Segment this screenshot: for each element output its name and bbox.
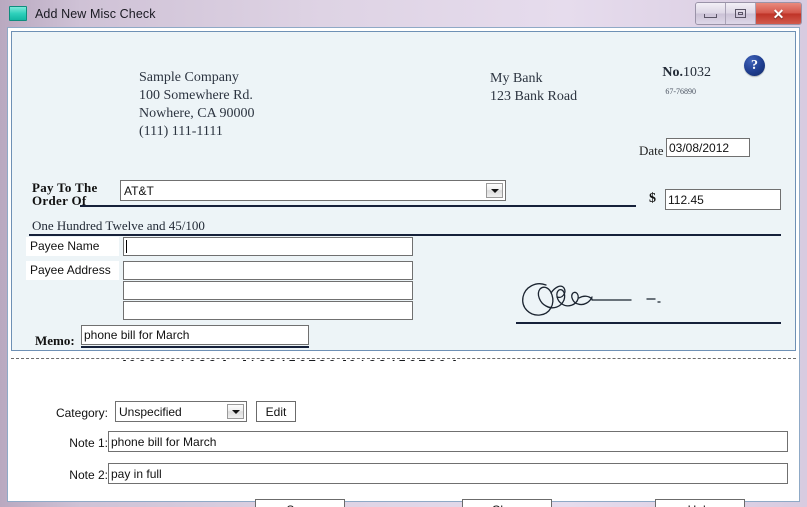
note2-label: Note 2: <box>48 468 108 482</box>
category-select-dropdown-button[interactable] <box>227 404 244 419</box>
company-name: Sample Company <box>139 69 255 87</box>
company-street: 100 Somewhere Rd. <box>139 87 255 105</box>
maximize-icon <box>735 9 746 18</box>
help-icon[interactable]: ? <box>744 55 765 76</box>
note1-value: phone bill for March <box>111 435 216 449</box>
panel-separator <box>11 358 796 359</box>
window-controls: ✕ <box>695 2 802 25</box>
payee-address-label: Payee Address <box>26 261 119 280</box>
client-area: Sample Company 100 Somewhere Rd. Nowhere… <box>7 27 800 502</box>
bank-address: 123 Bank Road <box>490 88 577 106</box>
amount-input[interactable]: 112.45 <box>665 189 781 210</box>
check-number-value: 1032 <box>683 65 711 80</box>
payee-address-line1-input[interactable] <box>123 261 413 280</box>
save-button[interactable]: Save <box>255 499 345 507</box>
memo-input[interactable]: phone bill for March <box>81 325 309 345</box>
amount-in-words: One Hundred Twelve and 45/100 <box>32 218 205 234</box>
edit-category-button[interactable]: Edit <box>256 401 296 422</box>
check-number-label: No. <box>662 65 683 80</box>
minimize-icon <box>704 14 717 18</box>
memo-value: phone bill for March <box>84 328 189 342</box>
close-dialog-button[interactable]: Close <box>462 499 552 507</box>
bank-address-block: My Bank 123 Bank Road <box>490 70 577 106</box>
note2-value: pay in full <box>111 467 162 481</box>
dollar-sign: $ <box>649 191 656 207</box>
date-value: 03/08/2012 <box>669 141 729 155</box>
note1-label: Note 1: <box>48 436 108 450</box>
payee-name-label: Payee Name <box>26 237 119 256</box>
date-label: Date <box>639 143 664 159</box>
payee-address-line3-input[interactable] <box>123 301 413 320</box>
signature-rule-line <box>516 322 781 324</box>
minimize-button[interactable] <box>696 3 726 24</box>
memo-rule-line <box>81 346 309 348</box>
maximize-button[interactable] <box>726 3 756 24</box>
chevron-down-icon <box>232 410 240 414</box>
text-caret <box>126 240 127 253</box>
help-button[interactable]: Help <box>655 499 745 507</box>
memo-label: Memo: <box>35 333 75 349</box>
company-city-state-zip: Nowhere, CA 90000 <box>139 105 255 123</box>
signature-image <box>516 275 696 325</box>
company-address-block: Sample Company 100 Somewhere Rd. Nowhere… <box>139 69 255 141</box>
details-panel: Category: Unspecified Edit Note 1: phone… <box>8 361 799 501</box>
category-select-value: Unspecified <box>116 402 227 421</box>
category-label: Category: <box>48 406 108 420</box>
pay-to-order-label: Pay To The Order Of <box>32 181 98 207</box>
date-input[interactable]: 03/08/2012 <box>666 138 750 157</box>
routing-fraction: 67-76890 <box>665 87 696 96</box>
title-bar: Add New Misc Check ✕ <box>0 0 807 27</box>
payee-select-dropdown-button[interactable] <box>486 183 503 198</box>
payee-select[interactable]: AT&T <box>120 180 506 201</box>
note2-input[interactable]: pay in full <box>108 463 788 484</box>
pay-to-rule-line <box>80 205 636 207</box>
payee-name-input[interactable] <box>123 237 413 256</box>
company-phone: (111) 111-1111 <box>139 123 255 141</box>
check-preview-panel: Sample Company 100 Somewhere Rd. Nowhere… <box>11 31 796 351</box>
close-icon: ✕ <box>773 7 785 21</box>
check-number: No.1032 <box>662 65 711 81</box>
note1-input[interactable]: phone bill for March <box>108 431 788 452</box>
amount-words-rule-line <box>29 234 781 236</box>
bank-name: My Bank <box>490 70 577 88</box>
close-button[interactable]: ✕ <box>756 3 801 24</box>
chevron-down-icon <box>491 189 499 193</box>
amount-value: 112.45 <box>668 193 704 207</box>
application-window: Add New Misc Check ✕ Sample Company 100 … <box>0 0 807 507</box>
check-document-icon <box>9 6 27 21</box>
payee-address-line2-input[interactable] <box>123 281 413 300</box>
payee-select-value: AT&T <box>121 181 486 200</box>
window-title: Add New Misc Check <box>35 7 156 21</box>
category-select[interactable]: Unspecified <box>115 401 247 422</box>
